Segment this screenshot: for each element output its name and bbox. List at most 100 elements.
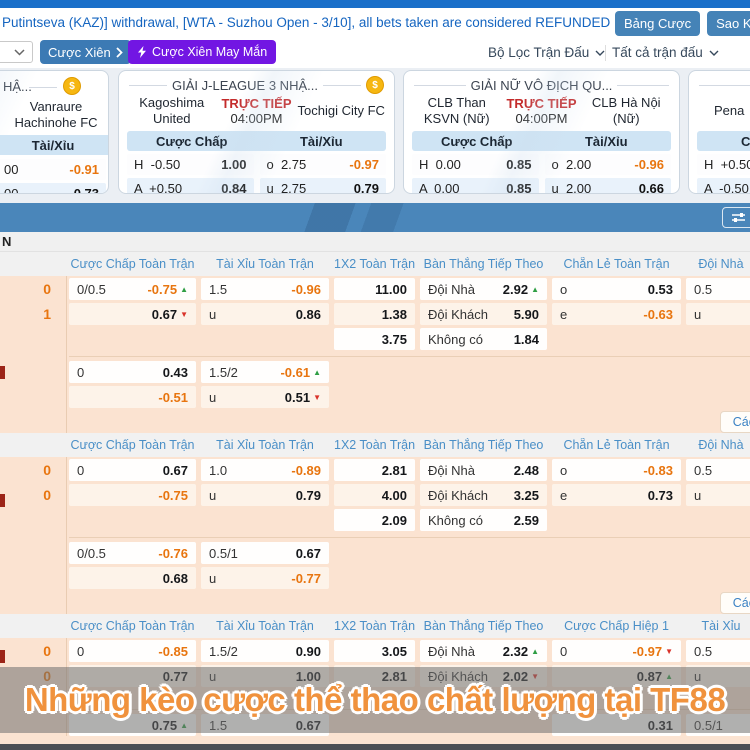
odds-cell[interactable]: e-0.63	[552, 303, 681, 325]
column-header: 1X2 Toàn Trận	[334, 257, 415, 271]
chevron-down-icon	[595, 50, 605, 56]
odds-cell[interactable]: 3.05	[334, 640, 415, 662]
odds-value: 0.66	[639, 181, 664, 194]
odds-cell[interactable]: A 0.000.85	[412, 178, 539, 194]
odds-cell[interactable]: 00 0.73	[0, 183, 106, 194]
odds-cell[interactable]: 0.5	[686, 278, 750, 300]
more-bets-link[interactable]: Các	[720, 411, 750, 433]
odds-cell[interactable]: 11.00	[334, 278, 415, 300]
more-bets-link[interactable]: Các	[720, 592, 750, 614]
odds-cell[interactable]: 1.0-0.89	[201, 459, 329, 481]
sub-block-divider	[69, 537, 750, 538]
odds-cell[interactable]: 0-0.85	[69, 640, 196, 662]
odds-cell[interactable]: u 2.00 0.66	[545, 178, 672, 194]
line-value: e	[560, 307, 567, 322]
odds-cell[interactable]: 0-0.97▼	[552, 640, 681, 662]
odds-cell[interactable]: u0.51▼	[201, 386, 329, 408]
empty-cell	[420, 361, 547, 383]
home-team-name: Kagoshima United	[127, 95, 217, 126]
section-body: 00/0.5-0.75▲1.5-0.9611.00Đội Nhà2.92▲o0.…	[0, 276, 750, 433]
odds-cell[interactable]: 1.5/20.90	[201, 640, 329, 662]
topbar-button[interactable]: Bảng Cược	[615, 11, 700, 36]
odds-cell[interactable]: o0.53	[552, 278, 681, 300]
all-matches-dropdown[interactable]: Tất cả trận đấu	[612, 45, 719, 60]
odds-value: 0.53	[648, 282, 673, 297]
odds-cell[interactable]: Đội Nhà2.92▲	[420, 278, 547, 300]
column-header: Cược Chấp Hiệp 1	[552, 619, 681, 633]
odds-cell[interactable]: H +0.50	[697, 154, 750, 175]
line-value: u 2.00	[552, 181, 592, 194]
odds-value: 0.68	[163, 571, 188, 586]
odds-cell[interactable]: u0.79	[201, 484, 329, 506]
odds-cell[interactable]: 4.00	[334, 484, 415, 506]
handicap-header: Cư	[741, 134, 750, 149]
odds-row: H 0.000.85 o 2.00-0.96	[412, 154, 671, 175]
section-body: 000.671.0-0.892.81Đội Nhà2.48o-0.830.50-…	[0, 457, 750, 614]
line-value: e	[560, 488, 567, 503]
odds-cell[interactable]: Đội Nhà2.48	[420, 459, 547, 481]
coin-icon: $	[63, 77, 81, 95]
odds-cell[interactable]: 00.67	[69, 459, 196, 481]
line-value: 0.5/1	[209, 546, 238, 561]
odds-cell[interactable]: Đội Khách3.25	[420, 484, 547, 506]
odds-cell[interactable]: Không có2.59	[420, 509, 547, 531]
announcement-bar: Putintseva (KAZ)] withdrawal, [WTA - Suz…	[0, 8, 750, 39]
lucky-parlay-tab[interactable]: Cược Xiên May Mắn	[128, 40, 276, 64]
odds-cell[interactable]: 2.09	[334, 509, 415, 531]
odds-cell[interactable]: 0.5/10.67	[201, 542, 329, 564]
odds-cell[interactable]: 00 -0.91	[0, 159, 106, 180]
odds-cell[interactable]: Đội Nhà2.32▲	[420, 640, 547, 662]
match-filter-dropdown[interactable]: Bộ Lọc Trận Đấu	[488, 45, 605, 60]
odds-cell[interactable]: e0.73	[552, 484, 681, 506]
odds-cell[interactable]: o 2.75-0.97	[260, 154, 387, 175]
odds-cell[interactable]: A -0.50	[697, 178, 750, 194]
odds-cell[interactable]: 0.68	[69, 567, 196, 589]
empty-cell	[69, 328, 196, 350]
odds-cell[interactable]: Không có1.84	[420, 328, 547, 350]
empty-cell	[334, 567, 415, 589]
odds-cell[interactable]: 00.43	[69, 361, 196, 383]
odds-cell[interactable]: 2.81	[334, 459, 415, 481]
topbar-button[interactable]: Sao Kê	[707, 11, 750, 36]
score-value: 0	[0, 462, 64, 478]
odds-cell[interactable]: 0.5	[686, 459, 750, 481]
odds-value: 0.86	[296, 307, 321, 322]
odds-cell[interactable]: 0/0.5-0.76	[69, 542, 196, 564]
odds-cell[interactable]: Đội Khách5.90	[420, 303, 547, 325]
odds-cell[interactable]: A +0.500.84	[127, 178, 254, 194]
odds-cell[interactable]: u	[686, 303, 750, 325]
odds-cell[interactable]: o-0.83	[552, 459, 681, 481]
column-header: Đội Nhà	[686, 438, 750, 452]
all-matches-label: Tất cả trận đấu	[612, 45, 703, 60]
odds-cell[interactable]: H 0.000.85	[412, 154, 539, 175]
display-options-button[interactable]: Lự	[722, 207, 750, 228]
odds-cell[interactable]: 0/0.5-0.75▲	[69, 278, 196, 300]
empty-cell	[420, 542, 547, 564]
odds-cell[interactable]: -0.75	[69, 484, 196, 506]
odds-cell[interactable]: 3.75	[334, 328, 415, 350]
odds-cell[interactable]: u-0.77	[201, 567, 329, 589]
bet-type-dropdown[interactable]	[0, 41, 33, 63]
odds-cell[interactable]: u0.86	[201, 303, 329, 325]
odds-cell[interactable]: o 2.00-0.96	[545, 154, 672, 175]
line-value: u	[209, 390, 216, 405]
odds-cell[interactable]: 1.38	[334, 303, 415, 325]
odds-value: -0.61	[280, 365, 310, 380]
odds-cell[interactable]: 0.67▼	[69, 303, 196, 325]
line-value: o 2.00	[552, 157, 592, 172]
line-value: u	[209, 488, 216, 503]
odds-cell[interactable]: H -0.501.00	[127, 154, 254, 175]
odds-row: A +0.500.84 u 2.750.79	[127, 178, 386, 194]
parlay-tab[interactable]: Cược Xiên	[40, 40, 131, 64]
line-value: Đội Khách	[428, 307, 488, 322]
odds-cell[interactable]: u	[686, 484, 750, 506]
line-value: Đội Nhà	[428, 282, 475, 297]
odds-value: -0.83	[643, 463, 673, 478]
odds-cell[interactable]: 0.5	[686, 640, 750, 662]
odds-cell[interactable]: -0.51	[69, 386, 196, 408]
odds-cell[interactable]: 1.5/2-0.61▲	[201, 361, 329, 383]
line-value: u	[694, 307, 701, 322]
odds-cell[interactable]: u 2.750.79	[260, 178, 387, 194]
odds-cell[interactable]: 1.5-0.96	[201, 278, 329, 300]
sub-block-divider	[69, 356, 750, 357]
